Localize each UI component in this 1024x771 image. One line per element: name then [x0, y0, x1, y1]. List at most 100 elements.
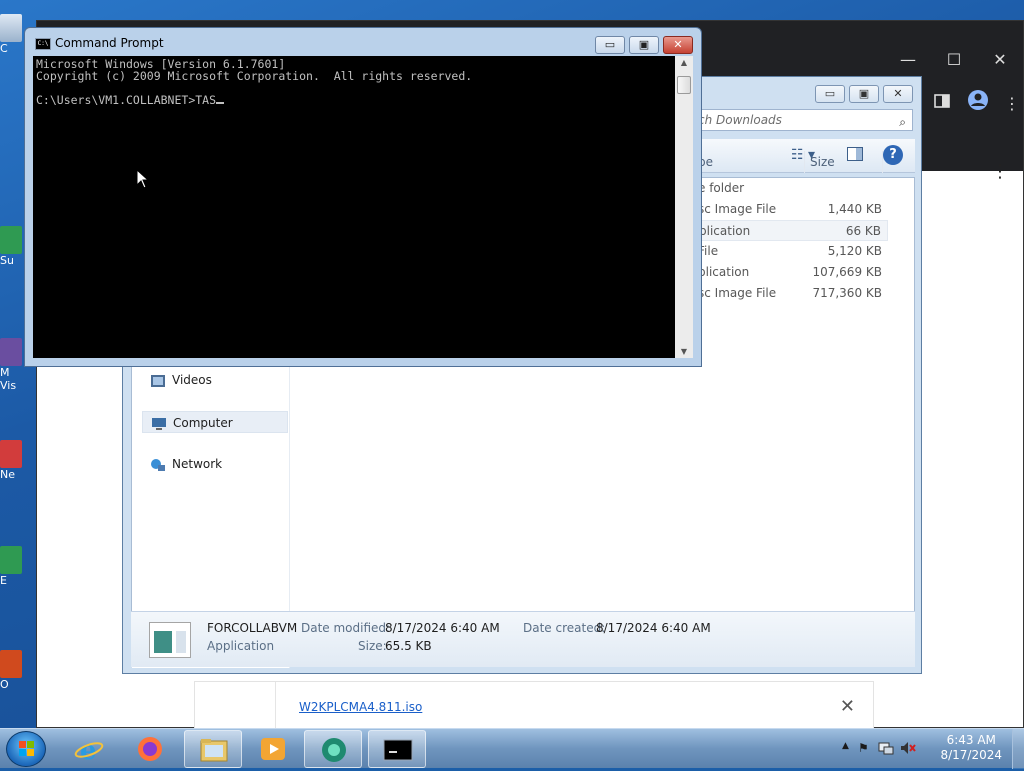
download-close-icon[interactable]: ✕	[840, 696, 855, 717]
internet-explorer-icon: e	[74, 736, 104, 766]
search-placeholder: ch Downloads	[698, 113, 782, 127]
recycle-bin-icon[interactable]: C	[0, 14, 22, 55]
clock-time: 6:43 AM	[946, 733, 996, 747]
cmd-scrollbar[interactable]: ▲ ▼	[675, 56, 693, 358]
desktop-app-icon[interactable]: Su	[0, 226, 22, 267]
taskbar: e ▲ ⚑ 6:43 AM 8/17/2024	[0, 728, 1024, 769]
cmd-minimize-button[interactable]: ▭	[595, 36, 625, 54]
file-size: 66 KB	[845, 224, 881, 238]
action-center-flag-icon[interactable]: ⚑	[858, 741, 869, 755]
show-desktop-button[interactable]	[1012, 729, 1024, 769]
console-input-line: C:\Users\VM1.COLLABNET>TAS	[36, 94, 672, 106]
nav-item-label: Videos	[172, 373, 212, 387]
desktop-icon-label: E	[0, 574, 7, 587]
file-size: 107,669 KB	[812, 265, 882, 279]
download-item: W2KPLCMA4.811.iso ✕	[194, 681, 874, 734]
cmd-close-button[interactable]: ✕	[663, 36, 693, 54]
explorer-maximize-button[interactable]: ▣	[849, 85, 879, 103]
clock-date: 8/17/2024	[940, 748, 1002, 762]
file-row[interactable]: sc Image File 717,360 KB	[698, 283, 888, 304]
clock[interactable]: 6:43 AM 8/17/2024	[940, 733, 1002, 763]
download-file-link[interactable]: W2KPLCMA4.811.iso	[299, 700, 422, 714]
browser-minimize-button[interactable]: —	[885, 45, 931, 75]
explorer-minimize-button[interactable]: ▭	[815, 85, 845, 103]
computer-icon	[151, 416, 167, 430]
file-row[interactable]: sc Image File 1,440 KB	[698, 199, 888, 220]
command-prompt-icon: C:\	[35, 38, 51, 50]
taskbar-command-prompt[interactable]	[368, 730, 426, 768]
desktop-icon-label: O	[0, 678, 9, 691]
text-cursor	[216, 102, 225, 104]
details-created-value: 8/17/2024 6:40 AM	[596, 621, 711, 635]
page-more-icon[interactable]: ⋮	[991, 161, 1009, 182]
file-row[interactable]: File 5,120 KB	[698, 241, 888, 262]
browser-maximize-button[interactable]: ☐	[931, 45, 977, 75]
nav-item-label: Network	[172, 457, 223, 471]
desktop-icon-label: Su	[0, 254, 14, 267]
explorer-search-input[interactable]: ch Downloads ⌕	[693, 109, 913, 131]
svg-text:e: e	[80, 736, 97, 762]
file-row[interactable]: plication 107,669 KB	[698, 262, 888, 283]
explorer-close-button[interactable]: ✕	[883, 85, 913, 103]
details-modified-label: Date modified:	[301, 621, 391, 635]
file-row[interactable]: e folder	[698, 178, 888, 199]
collabvm-icon	[319, 737, 349, 763]
column-separator	[804, 151, 805, 173]
nav-item-label: Computer	[173, 416, 233, 430]
nav-item-network[interactable]: Network	[142, 453, 288, 475]
video-library-icon	[150, 373, 166, 387]
network-status-icon[interactable]	[878, 741, 894, 758]
download-divider	[275, 682, 276, 734]
file-type: plication	[699, 224, 751, 238]
taskbar-collabvm[interactable]	[304, 730, 362, 768]
file-type: plication	[698, 265, 750, 279]
side-panel-icon[interactable]	[927, 89, 957, 119]
desktop-app-icon[interactable]: Ne	[0, 440, 22, 481]
scroll-down-icon[interactable]: ▼	[675, 347, 693, 356]
folder-icon	[199, 737, 229, 763]
scroll-up-icon[interactable]: ▲	[675, 58, 693, 67]
firefox-icon	[135, 736, 165, 762]
desktop-app-icon[interactable]: O	[0, 650, 22, 691]
cmd-maximize-button[interactable]: ▣	[629, 36, 659, 54]
column-header-size[interactable]: Size	[810, 155, 835, 169]
scroll-thumb[interactable]	[677, 76, 691, 94]
console-prompt: C:\Users\VM1.COLLABNET>TAS	[36, 93, 217, 107]
file-row-selected[interactable]: plication 66 KB	[698, 220, 888, 241]
profile-avatar-icon[interactable]	[963, 89, 993, 119]
file-size: 717,360 KB	[812, 286, 882, 300]
details-file-kind: Application	[207, 639, 275, 653]
details-created-label: Date created:	[523, 621, 606, 635]
browser-menu-icon[interactable]: ⋮	[997, 89, 1024, 119]
file-type: e folder	[698, 181, 745, 195]
preview-pane-icon[interactable]	[847, 147, 863, 165]
details-size-label: Size:	[358, 639, 387, 653]
file-type: sc Image File	[698, 202, 777, 216]
desktop-icon-label: Ne	[0, 468, 15, 481]
taskbar-media-player[interactable]	[244, 730, 302, 768]
show-hidden-icons-icon[interactable]: ▲	[842, 741, 849, 751]
taskbar-internet-explorer[interactable]: e	[60, 730, 118, 768]
console-output[interactable]: Microsoft Windows [Version 6.1.7601] Cop…	[33, 56, 675, 358]
command-prompt-window[interactable]: C:\ Command Prompt ▭ ▣ ✕ Microsoft Windo…	[24, 27, 702, 367]
file-size: 1,440 KB	[827, 202, 882, 216]
details-modified-value: 8/17/2024 6:40 AM	[385, 621, 500, 635]
desktop-app-icon[interactable]: M Vis	[0, 338, 22, 392]
file-size: 5,120 KB	[827, 244, 882, 258]
details-size-value: 65.5 KB	[385, 639, 432, 653]
nav-item-computer[interactable]: Computer	[142, 411, 288, 433]
details-pane: FORCOLLABVM Application Date modified: 8…	[131, 611, 915, 667]
desktop-app-icon[interactable]: E	[0, 546, 22, 587]
notification-area: ▲ ⚑ 6:43 AM 8/17/2024	[834, 729, 1024, 769]
start-button[interactable]	[6, 731, 46, 767]
search-icon[interactable]: ⌕	[899, 112, 906, 132]
column-separator	[882, 151, 883, 173]
nav-item-videos[interactable]: Videos	[142, 369, 288, 391]
desktop-icon-label: Vis	[0, 379, 17, 392]
command-prompt-icon	[383, 737, 413, 763]
help-icon[interactable]: ?	[883, 145, 903, 165]
taskbar-explorer[interactable]	[184, 730, 242, 768]
volume-muted-icon[interactable]	[900, 741, 916, 758]
taskbar-firefox[interactable]	[121, 730, 179, 768]
browser-close-button[interactable]: ✕	[977, 45, 1023, 75]
